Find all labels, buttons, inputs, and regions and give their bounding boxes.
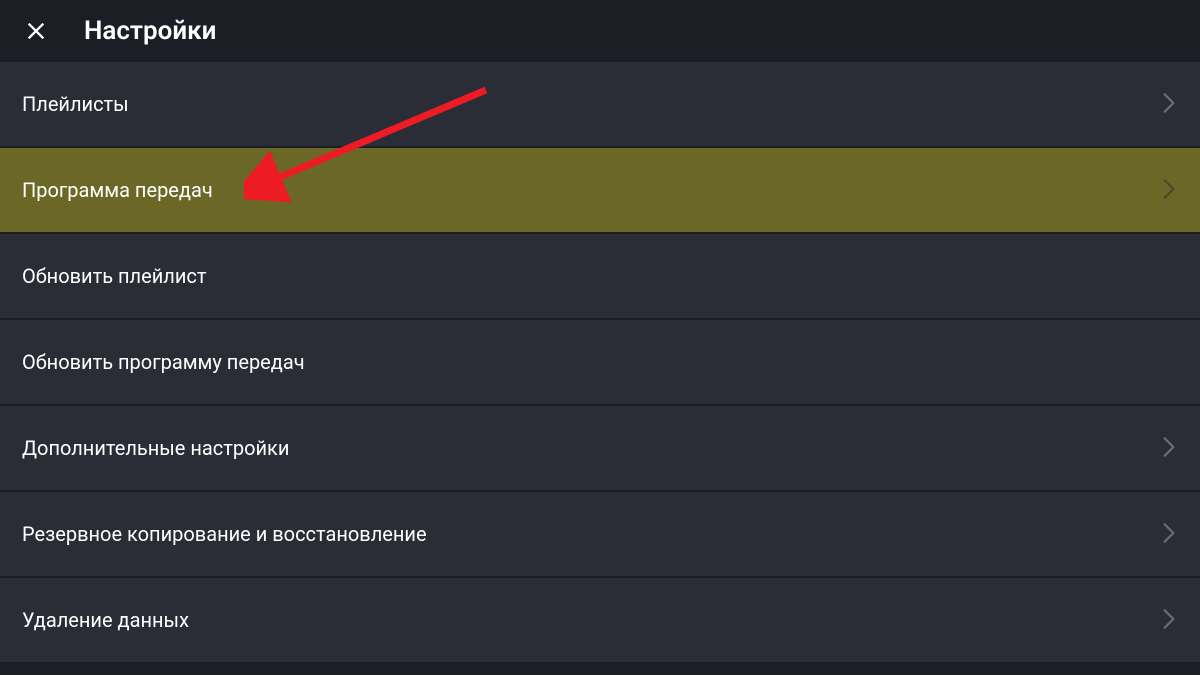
list-item-label: Удаление данных [22,608,189,632]
list-item-update-playlist[interactable]: Обновить плейлист [0,234,1200,320]
list-item-tv-guide[interactable]: Программа передач [0,148,1200,234]
chevron-right-icon [1162,607,1178,633]
page-title: Настройки [84,16,216,46]
chevron-right-icon [1162,91,1178,117]
list-item-label: Обновить плейлист [22,264,206,288]
chevron-right-icon [1162,435,1178,461]
list-item-playlists[interactable]: Плейлисты [0,62,1200,148]
settings-list: Плейлисты Программа передач Обновить пле… [0,62,1200,664]
list-item-label: Дополнительные настройки [22,436,289,460]
list-item-label: Программа передач [22,178,213,202]
chevron-right-icon [1162,177,1178,203]
list-item-label: Плейлисты [22,92,129,116]
close-icon[interactable] [24,19,48,43]
header: Настройки [0,0,1200,62]
list-item-label: Резервное копирование и восстановление [22,522,427,546]
list-item-backup-restore[interactable]: Резервное копирование и восстановление [0,492,1200,578]
list-item-delete-data[interactable]: Удаление данных [0,578,1200,664]
list-item-update-tv-guide[interactable]: Обновить программу передач [0,320,1200,406]
list-item-label: Обновить программу передач [22,350,305,374]
chevron-right-icon [1162,521,1178,547]
list-item-advanced-settings[interactable]: Дополнительные настройки [0,406,1200,492]
